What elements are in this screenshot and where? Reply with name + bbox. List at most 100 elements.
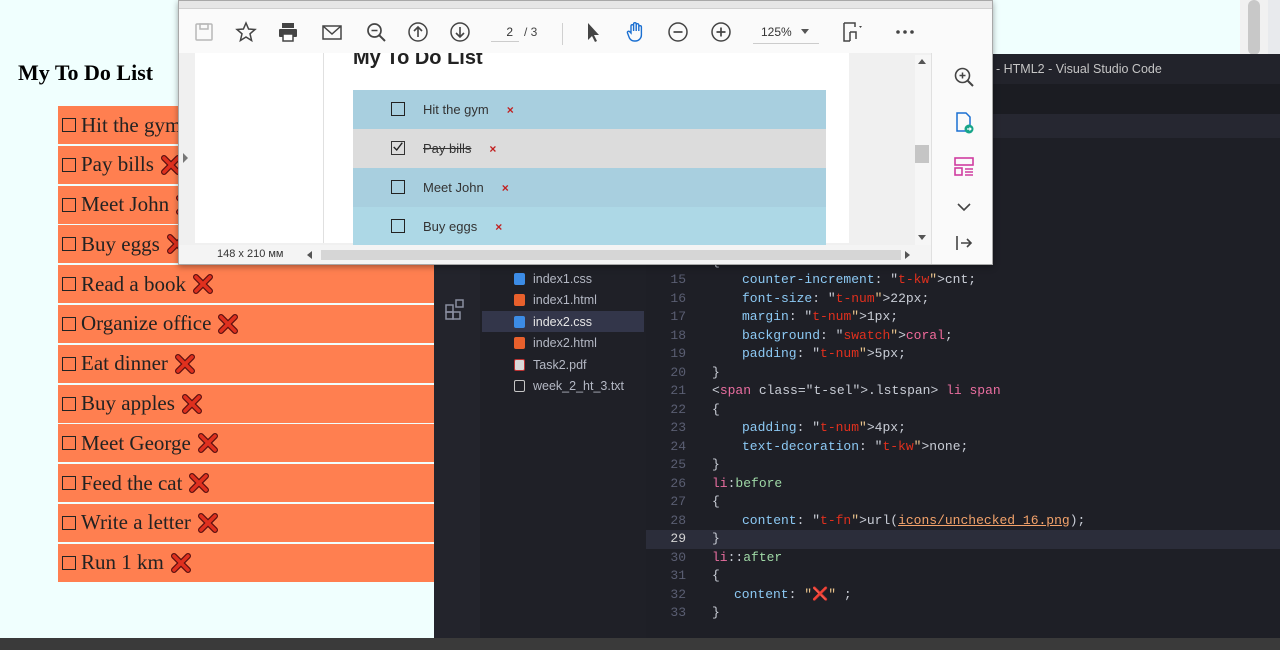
- unchecked-box-icon[interactable]: [62, 237, 76, 252]
- code-line[interactable]: 24 text-decoration: "t-kw">none;: [646, 438, 1280, 457]
- code-line[interactable]: 22 {: [646, 401, 1280, 420]
- unchecked-box-icon[interactable]: [62, 277, 76, 292]
- more-icon[interactable]: [893, 20, 917, 44]
- remove-icon[interactable]: [197, 512, 219, 534]
- pdf-document-view[interactable]: My To Do List Hit the gym × Pay bills × Meet…: [179, 53, 931, 264]
- unchecked-box-icon[interactable]: [62, 197, 76, 212]
- code-line[interactable]: 25}: [646, 456, 1280, 475]
- zoom-in-icon[interactable]: [709, 20, 733, 44]
- pdf-todo-label: Pay bills: [423, 141, 472, 156]
- todo-item[interactable]: Run 1 km: [58, 543, 434, 582]
- code-line[interactable]: 31 {: [646, 567, 1280, 586]
- unchecked-box-icon: [391, 102, 405, 116]
- organize-pages-icon[interactable]: [952, 155, 976, 179]
- code-line[interactable]: 15 counter-increment: "t-kw">cnt;: [646, 271, 1280, 290]
- unchecked-box-icon[interactable]: [62, 157, 76, 172]
- explorer-file[interactable]: index2.html: [482, 333, 644, 354]
- todo-item[interactable]: Buy apples: [58, 384, 434, 423]
- explorer-file[interactable]: week_2_ht_3.txt: [482, 376, 644, 397]
- remove-icon[interactable]: [174, 353, 196, 375]
- code-text: margin: "t-num">1px;: [742, 309, 899, 324]
- page-number-input[interactable]: 2: [491, 22, 519, 42]
- code-line[interactable]: 17 margin: "t-num">1px;: [646, 308, 1280, 327]
- todo-item[interactable]: Meet George: [58, 424, 434, 463]
- fit-page-icon[interactable]: [839, 20, 863, 44]
- remove-icon: ×: [501, 180, 509, 195]
- scrollbar-thumb[interactable]: [915, 145, 929, 163]
- unchecked-box-icon[interactable]: [62, 356, 76, 371]
- pdf-tools-pane: [931, 53, 992, 264]
- page-down-icon[interactable]: [448, 20, 472, 44]
- code-text: }: [712, 605, 720, 620]
- zoom-select[interactable]: 125%: [753, 22, 819, 44]
- scrollbar-thumb[interactable]: [1248, 0, 1260, 55]
- pdf-todo-label: Buy eggs: [423, 219, 478, 234]
- remove-icon[interactable]: [217, 313, 239, 335]
- unchecked-box-icon[interactable]: [62, 436, 76, 451]
- code-line[interactable]: 23 padding: "t-num">4px;: [646, 419, 1280, 438]
- code-line[interactable]: 32 content: "❌" ;: [646, 586, 1280, 605]
- code-line[interactable]: 18 background: "swatch">coral;: [646, 327, 1280, 346]
- remove-icon[interactable]: [170, 552, 192, 574]
- unchecked-box-icon[interactable]: [62, 515, 76, 530]
- star-icon[interactable]: [234, 20, 258, 44]
- todo-item[interactable]: Write a letter: [58, 503, 434, 542]
- remove-icon[interactable]: [197, 432, 219, 454]
- remove-icon[interactable]: [192, 273, 214, 295]
- code-line[interactable]: 26 li:before: [646, 475, 1280, 494]
- code-line[interactable]: 33}: [646, 604, 1280, 623]
- zoom-out-icon[interactable]: [666, 20, 690, 44]
- code-line[interactable]: 19 padding: "t-num">5px;: [646, 345, 1280, 364]
- unchecked-box-icon[interactable]: [62, 555, 76, 570]
- search-icon[interactable]: [364, 20, 388, 44]
- pdf-todo-item: Meet John ×: [353, 168, 826, 207]
- save-icon[interactable]: [192, 20, 216, 44]
- code-line[interactable]: 20}: [646, 364, 1280, 383]
- file-name: index1.html: [533, 293, 597, 307]
- export-pdf-icon[interactable]: [952, 111, 976, 135]
- remove-icon[interactable]: [188, 472, 210, 494]
- code-line[interactable]: 29}: [646, 530, 1280, 549]
- unchecked-box-icon[interactable]: [62, 476, 76, 491]
- pdf-horizontal-scrollbar[interactable]: [321, 250, 901, 260]
- line-number: 25: [670, 457, 686, 472]
- unchecked-box-icon[interactable]: [62, 396, 76, 411]
- unchecked-box-icon: [391, 180, 405, 194]
- todo-item[interactable]: Eat dinner: [58, 344, 434, 383]
- explorer-file[interactable]: index1.html: [482, 290, 644, 311]
- scroll-down-icon[interactable]: [918, 235, 926, 240]
- scroll-up-icon[interactable]: [918, 59, 926, 64]
- code-line[interactable]: 16 font-size: "t-num">22px;: [646, 290, 1280, 309]
- zoom-search-icon[interactable]: [952, 65, 976, 89]
- code-line[interactable]: 27 {: [646, 493, 1280, 512]
- code-line[interactable]: 21 <span class="t-sel">.lstspan> li span: [646, 382, 1280, 401]
- unchecked-box-icon[interactable]: [62, 316, 76, 331]
- todo-item[interactable]: Feed the cat: [58, 464, 434, 503]
- todo-item-label: Feed the cat: [81, 470, 183, 495]
- pdf-vertical-scrollbar[interactable]: [915, 55, 931, 245]
- todo-item[interactable]: Organize office: [58, 304, 434, 343]
- line-number: 16: [670, 290, 686, 306]
- remove-icon[interactable]: [181, 393, 203, 415]
- explorer-file[interactable]: index1.css: [482, 268, 644, 289]
- explorer-file[interactable]: index2.css: [482, 311, 644, 332]
- mail-icon[interactable]: [320, 20, 344, 44]
- unchecked-box-icon[interactable]: [62, 118, 76, 132]
- page-up-icon[interactable]: [406, 20, 430, 44]
- hand-icon[interactable]: [624, 20, 648, 44]
- code-line[interactable]: 28 content: "t-fn">url(icons/unchecked_16…: [646, 512, 1280, 531]
- scroll-right-icon[interactable]: [905, 251, 910, 259]
- extensions-icon[interactable]: [443, 296, 469, 322]
- chevron-down-icon: [801, 29, 809, 34]
- cursor-icon[interactable]: [581, 20, 605, 44]
- code-line[interactable]: 30 li::after: [646, 549, 1280, 568]
- collapse-pane-icon[interactable]: [952, 231, 976, 255]
- pdf-toolbar: 2 / 3 125%: [179, 9, 992, 53]
- scroll-left-icon[interactable]: [307, 251, 312, 259]
- chevron-down-icon[interactable]: [952, 195, 976, 219]
- print-icon[interactable]: [276, 20, 300, 44]
- todo-item[interactable]: Read a book: [58, 265, 434, 304]
- toolbar-divider: [562, 23, 563, 45]
- explorer-file[interactable]: Task2.pdf: [482, 354, 644, 375]
- collapse-left-icon[interactable]: [183, 153, 188, 163]
